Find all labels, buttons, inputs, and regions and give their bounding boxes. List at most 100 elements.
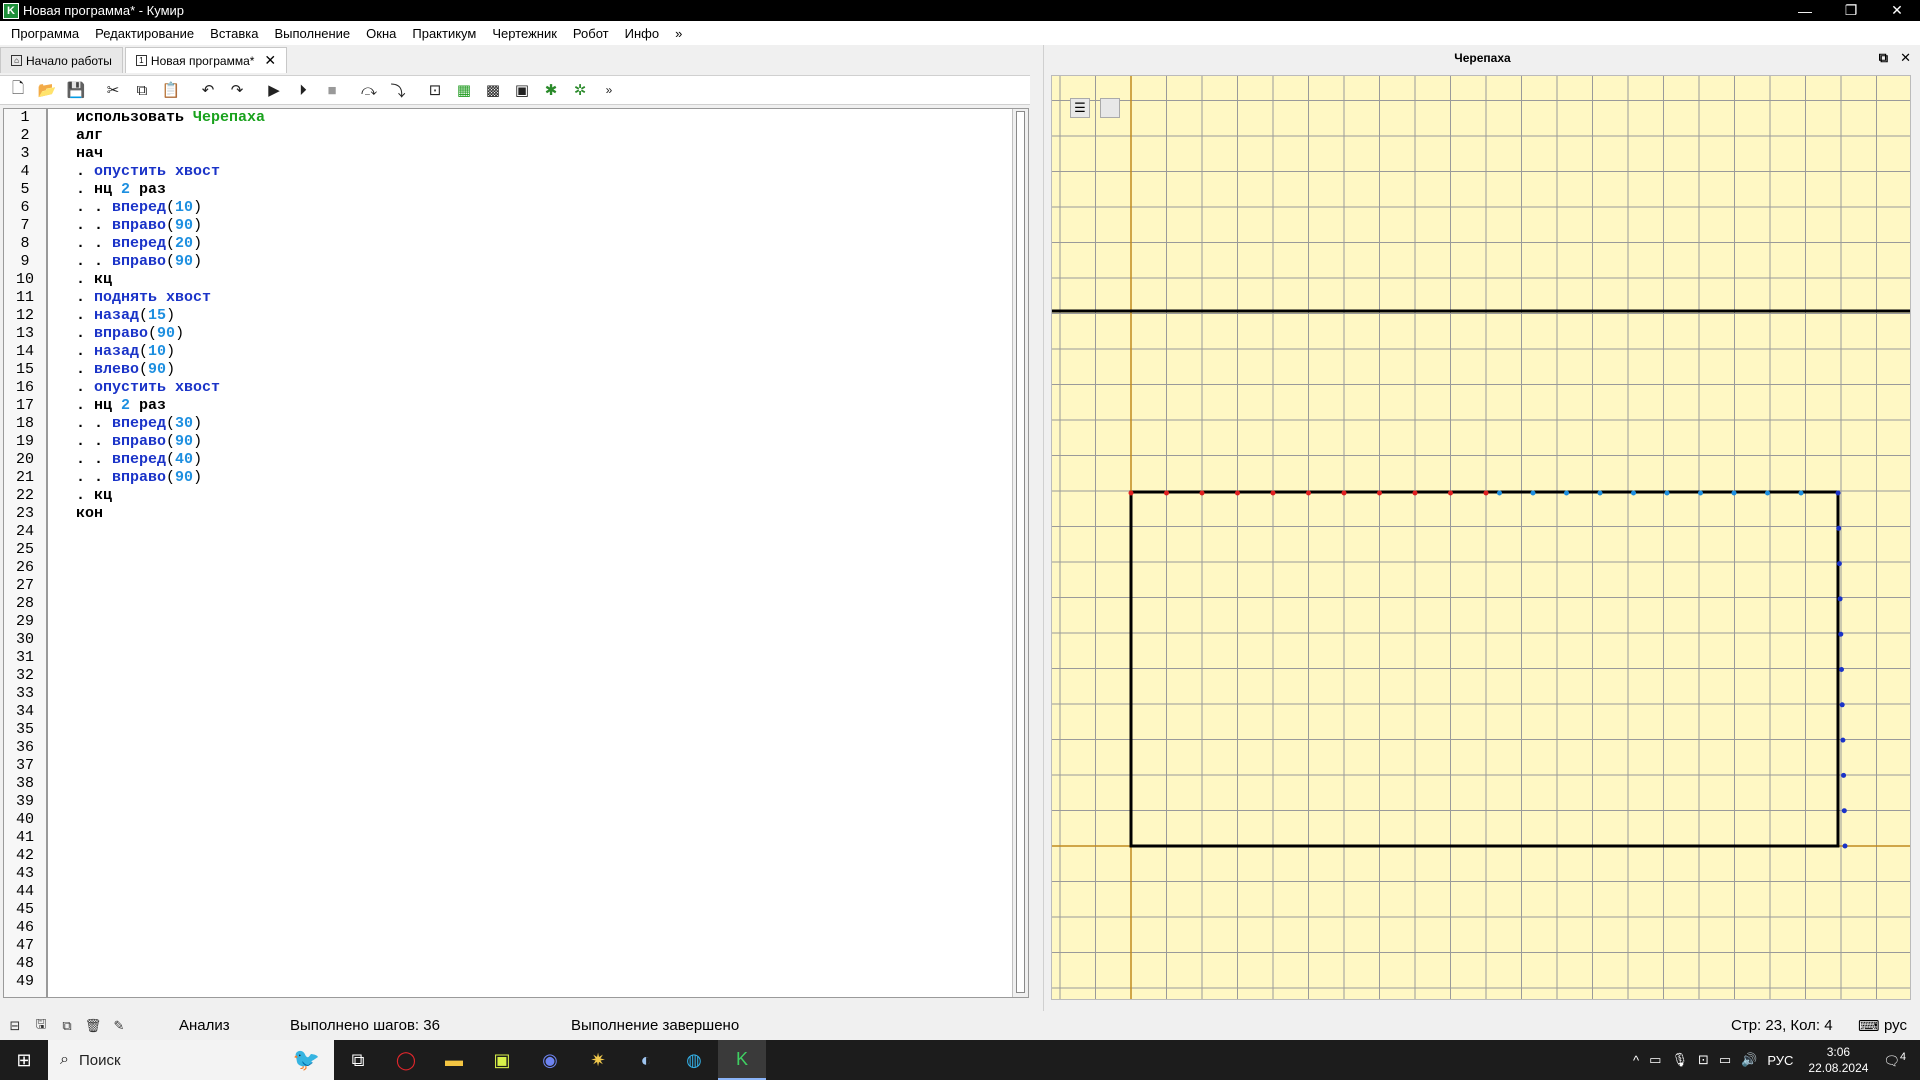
code-line[interactable]: . нц 2 раз — [76, 181, 265, 199]
image-icon[interactable]: ▣ — [510, 78, 534, 102]
code-line[interactable]: . опустить хвост — [76, 379, 265, 397]
menu-item-4[interactable]: Окна — [358, 26, 404, 41]
drawer-grid-icon[interactable]: ▦ — [452, 78, 476, 102]
undo-icon[interactable]: ↶ — [196, 78, 220, 102]
volume-icon[interactable]: 🔊 — [1741, 1052, 1757, 1068]
stop-icon[interactable]: ■ — [320, 78, 344, 102]
turtle-settings-icon[interactable]: ✲ — [568, 78, 592, 102]
code-line[interactable]: . вправо(90) — [76, 325, 265, 343]
code-line[interactable]: . . вперед(30) — [76, 415, 265, 433]
turtle-icon[interactable]: ✱ — [539, 78, 563, 102]
code-line[interactable]: . опустить хвост — [76, 163, 265, 181]
code-line[interactable]: . поднять хвост — [76, 289, 265, 307]
menu-item-5[interactable]: Практикум — [404, 26, 484, 41]
code-line[interactable]: алг — [76, 127, 265, 145]
opera-icon[interactable]: ◯ — [382, 1040, 430, 1080]
robot-field-icon[interactable]: ▩ — [481, 78, 505, 102]
run-icon[interactable]: ▶ — [262, 78, 286, 102]
restore-button[interactable]: ❐ — [1828, 0, 1874, 21]
menu-item-0[interactable]: Программа — [3, 26, 87, 41]
editor-toolbar: 🗋 📂 💾 ✂ ⧉ 📋 ↶ ↷ ▶ ⏵ ■ ⤼ ⤵ ⊡ ▦ ▩ ▣ ✱ ✲ » — [0, 75, 1030, 105]
file-explorer-icon[interactable]: ▬ — [430, 1040, 478, 1080]
open-folder-icon[interactable]: 📂 — [35, 78, 59, 102]
tab-start[interactable]: ⌂ Начало работы — [0, 47, 123, 73]
code-line[interactable]: . кц — [76, 271, 265, 289]
blank-toggle-button[interactable] — [1100, 98, 1120, 118]
menu-item-1[interactable]: Редактирование — [87, 26, 202, 41]
windows-start-icon[interactable]: ⊞ — [0, 1040, 48, 1080]
code-line[interactable]: . . вправо(90) — [76, 469, 265, 487]
edge-icon[interactable]: ◍ — [670, 1040, 718, 1080]
steam-icon[interactable]: ◐ — [622, 1040, 670, 1080]
status-mode: Анализ — [179, 1017, 230, 1034]
tab-new-program[interactable]: 1 Новая программа* ✕ — [124, 47, 288, 73]
editor-scrollbar[interactable] — [1012, 109, 1028, 997]
menu-item-6[interactable]: Чертежник — [484, 26, 565, 41]
code-line[interactable]: . влево(90) — [76, 361, 265, 379]
menu-item-8[interactable]: Инфо — [617, 26, 667, 41]
notif-count: 4 — [1899, 1050, 1906, 1063]
notifications-icon[interactable]: 🗨4 — [1883, 1051, 1906, 1069]
edit-pencil-icon[interactable]: ✎ — [108, 1017, 130, 1035]
step-over-icon[interactable]: ⤼ — [357, 78, 381, 102]
save-output-icon[interactable]: 🖫 — [30, 1016, 52, 1035]
code-line[interactable]: использовать Черепаха — [76, 109, 265, 127]
code-text[interactable]: использовать Черепаха алг нач. опустить хв… — [76, 109, 265, 523]
menu-item-9[interactable]: » — [667, 26, 690, 41]
code-line[interactable]: . . вперед(10) — [76, 199, 265, 217]
code-token: ) — [193, 235, 203, 252]
code-line[interactable]: . . вправо(90) — [76, 253, 265, 271]
minimize-button[interactable]: — — [1782, 0, 1828, 21]
menu-lines-icon[interactable]: ☰ — [1070, 98, 1090, 118]
copy-output-icon[interactable]: ⧉ — [56, 1017, 78, 1035]
close-button[interactable]: ✕ — [1874, 0, 1920, 21]
more-chevron-icon[interactable]: » — [597, 78, 621, 102]
task-view-icon[interactable]: ⧉ — [334, 1040, 382, 1080]
turtle-canvas[interactable]: ☰ — [1051, 75, 1911, 1000]
input-lang[interactable]: РУС — [1767, 1053, 1793, 1068]
menu-item-3[interactable]: Выполнение — [266, 26, 358, 41]
code-line[interactable]: . . вправо(90) — [76, 433, 265, 451]
code-line[interactable]: . назад(10) — [76, 343, 265, 361]
copy-icon[interactable]: ⧉ — [130, 78, 154, 102]
step-into-icon[interactable]: ⤵ — [386, 78, 410, 102]
code-line[interactable]: . . вперед(20) — [76, 235, 265, 253]
menu-item-2[interactable]: Вставка — [202, 26, 266, 41]
code-line[interactable]: нач — [76, 145, 265, 163]
close-panel-icon[interactable]: ✕ — [1900, 50, 1911, 66]
trail-dot-red — [1199, 490, 1205, 496]
microphone-icon[interactable]: 🎙 — [1671, 1052, 1688, 1068]
display-icon[interactable]: ▭ — [1719, 1052, 1731, 1068]
code-line[interactable]: . назад(15) — [76, 307, 265, 325]
code-editor[interactable]: 1 2 3 4 5 6 7 8 9 10 11 12 13 14 15 16 17 18 19 20 21 22 23 24 2… — [3, 108, 1029, 998]
close-tab-icon[interactable]: ✕ — [264, 52, 276, 69]
run-step-icon[interactable]: ⏵ — [291, 78, 315, 102]
code-line[interactable]: . . вперед(40) — [76, 451, 265, 469]
menu-item-7[interactable]: Робот — [565, 26, 617, 41]
code-line[interactable]: . кц — [76, 487, 265, 505]
spark-app-icon[interactable]: ✷ — [574, 1040, 622, 1080]
new-file-icon[interactable]: 🗋 — [6, 78, 30, 102]
code-line[interactable]: кон — [76, 505, 265, 523]
save-icon[interactable]: 💾 — [64, 78, 88, 102]
variables-icon[interactable]: ⊡ — [423, 78, 447, 102]
code-line[interactable]: . . вправо(90) — [76, 217, 265, 235]
taskbar-search[interactable]: ⌕ Поиск 🐦 — [48, 1040, 334, 1080]
code-token: ) — [193, 415, 203, 432]
camera-icon[interactable]: ▭ — [1649, 1052, 1661, 1068]
kumir-taskbar-icon[interactable]: K — [718, 1040, 766, 1080]
redo-icon[interactable]: ↷ — [225, 78, 249, 102]
clear-icon[interactable]: 🗑 — [82, 1017, 104, 1035]
undock-icon[interactable]: ⧉ — [1879, 50, 1888, 66]
paste-icon[interactable]: 📋 — [159, 78, 183, 102]
clock[interactable]: 3:06 22.08.2024 — [1808, 1044, 1868, 1076]
console-icon[interactable]: ⊟ — [4, 1017, 26, 1035]
network-icon[interactable]: ⊡ — [1698, 1052, 1709, 1068]
cut-icon[interactable]: ✂ — [101, 78, 125, 102]
code-token: . . — [76, 235, 113, 252]
scrollbar-thumb[interactable] — [1016, 111, 1025, 993]
pycharm-icon[interactable]: ▣ — [478, 1040, 526, 1080]
discord-icon[interactable]: ◉ — [526, 1040, 574, 1080]
code-line[interactable]: . нц 2 раз — [76, 397, 265, 415]
tray-chevron-icon[interactable]: ^ — [1633, 1053, 1639, 1068]
